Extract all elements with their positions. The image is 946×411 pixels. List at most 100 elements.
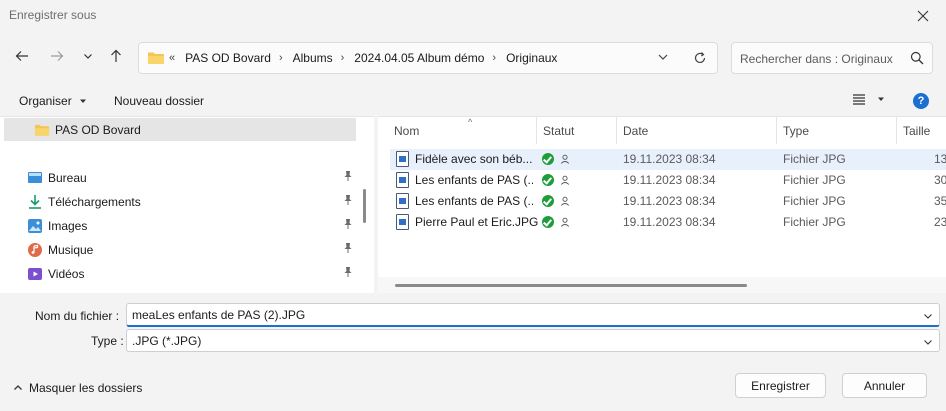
- folder-icon: [148, 52, 164, 64]
- sort-ascending-icon: ^: [468, 117, 473, 127]
- hide-folders-label: Masquer les dossiers: [29, 381, 143, 395]
- new-folder-button[interactable]: Nouveau dossier: [114, 94, 204, 108]
- pin-icon[interactable]: [342, 170, 354, 185]
- breadcrumb-segment[interactable]: Albums: [293, 51, 333, 65]
- arrow-right-icon: [51, 51, 64, 61]
- pin-icon[interactable]: [342, 266, 354, 281]
- chevron-down-icon: [84, 54, 92, 59]
- file-type: Fichier JPG: [783, 152, 846, 166]
- chevron-up-icon: [14, 385, 22, 390]
- save-form: Nom du fichier : meaLes enfants de PAS (…: [0, 293, 946, 411]
- file-type-select[interactable]: .JPG (*.JPG): [126, 329, 940, 352]
- organize-button[interactable]: Organiser: [19, 94, 88, 108]
- table-row[interactable]: Fidèle avec son béb... 19.11.2023 08:34 …: [390, 149, 946, 170]
- nav-pane-scrollbar[interactable]: [363, 189, 366, 223]
- breadcrumb-segment[interactable]: PAS OD Bovard: [185, 51, 271, 65]
- chevron-right-icon[interactable]: ›: [492, 52, 496, 64]
- file-type: Fichier JPG: [783, 194, 846, 208]
- user-icon: [560, 196, 570, 206]
- save-button[interactable]: Enregistrer: [735, 373, 826, 398]
- check-circle-icon: [542, 216, 554, 228]
- check-circle-icon: [542, 174, 554, 186]
- file-type: Fichier JPG: [783, 173, 846, 187]
- column-header-type[interactable]: Type: [777, 117, 897, 144]
- column-header-status[interactable]: Statut: [537, 117, 617, 144]
- filename-combobox[interactable]: meaLes enfants de PAS (2).JPG: [126, 303, 940, 327]
- user-icon: [560, 217, 570, 227]
- cancel-button[interactable]: Annuler: [842, 373, 927, 398]
- nav-item-pas-od-bovard[interactable]: PAS OD Bovard: [34, 120, 141, 140]
- nav-item-musique[interactable]: Musique: [27, 240, 352, 260]
- file-date: 19.11.2023 08:34: [623, 152, 716, 166]
- column-header-label: Date: [623, 123, 649, 138]
- close-icon: [917, 10, 929, 22]
- file-size: 23: [934, 215, 946, 229]
- refresh-button[interactable]: [693, 51, 707, 68]
- nav-item-bureau[interactable]: Bureau: [27, 168, 352, 188]
- organize-label: Organiser: [19, 94, 72, 108]
- chevron-down-icon[interactable]: [923, 310, 933, 324]
- sync-status: [542, 195, 570, 207]
- search-box[interactable]: Rechercher dans : Originaux: [731, 42, 933, 74]
- back-button[interactable]: [10, 44, 34, 68]
- hide-folders-button[interactable]: Masquer les dossiers: [13, 381, 142, 395]
- arrow-up-icon: [111, 49, 121, 62]
- nav-item-videos[interactable]: Vidéos: [27, 264, 352, 284]
- user-icon: [560, 154, 570, 164]
- download-icon: [27, 194, 43, 210]
- close-button[interactable]: [900, 0, 946, 32]
- file-date: 19.11.2023 08:34: [623, 194, 716, 208]
- up-button[interactable]: [104, 44, 128, 68]
- table-row[interactable]: Les enfants de PAS (... 19.11.2023 08:34…: [390, 191, 946, 212]
- table-row[interactable]: Les enfants de PAS (... 19.11.2023 08:34…: [390, 170, 946, 191]
- check-circle-icon: [542, 195, 554, 207]
- breadcrumb-segment[interactable]: Originaux: [506, 51, 557, 65]
- column-header-label: Taille: [903, 123, 931, 138]
- forward-button[interactable]: [45, 44, 69, 68]
- column-header-date[interactable]: Date: [617, 117, 777, 144]
- address-history-button[interactable]: [657, 51, 669, 66]
- search-input[interactable]: Rechercher dans : Originaux: [740, 52, 893, 66]
- new-folder-label: Nouveau dossier: [114, 94, 205, 108]
- pin-icon[interactable]: [342, 218, 354, 233]
- music-icon: [27, 242, 43, 258]
- filename-input[interactable]: meaLes enfants de PAS (2).JPG: [132, 308, 305, 322]
- window-title: Enregistrer sous: [9, 8, 97, 22]
- chevron-right-icon[interactable]: ›: [279, 52, 283, 64]
- image-file-icon: [396, 151, 409, 167]
- videos-icon: [27, 266, 43, 282]
- chevron-down-icon: [658, 54, 668, 60]
- pin-icon[interactable]: [342, 194, 354, 209]
- type-label: Type :: [91, 334, 124, 348]
- arrow-left-icon: [15, 51, 28, 61]
- file-size: 30: [934, 173, 946, 187]
- search-icon[interactable]: [910, 51, 924, 68]
- nav-item-telechargements[interactable]: Téléchargements: [27, 192, 352, 212]
- refresh-icon: [694, 52, 706, 64]
- pin-icon[interactable]: [342, 242, 354, 257]
- view-options-button[interactable]: [852, 93, 886, 105]
- nav-item-label: Vidéos: [48, 267, 85, 281]
- sync-status: [542, 174, 570, 186]
- file-list-hscrollbar[interactable]: [395, 284, 747, 287]
- breadcrumb-overflow[interactable]: «: [169, 52, 175, 64]
- table-row[interactable]: Pierre Paul et Eric.JPG 19.11.2023 08:34…: [390, 212, 946, 233]
- breadcrumb-segment[interactable]: 2024.04.05 Album démo: [354, 51, 484, 65]
- column-header-name[interactable]: Nom ^: [388, 117, 537, 144]
- nav-item-label: Images: [48, 219, 88, 233]
- recent-locations-button[interactable]: [76, 44, 100, 68]
- file-name: Pierre Paul et Eric.JPG: [415, 215, 539, 229]
- image-file-icon: [396, 172, 409, 188]
- chevron-right-icon[interactable]: ›: [341, 52, 345, 64]
- help-icon[interactable]: ?: [913, 93, 929, 109]
- column-header-label: Type: [783, 123, 810, 138]
- nav-item-label: Musique: [48, 243, 94, 257]
- file-name: Les enfants de PAS (...: [415, 173, 533, 187]
- filename-label: Nom du fichier :: [35, 309, 120, 323]
- nav-item-images[interactable]: Images: [27, 216, 352, 236]
- chevron-down-icon[interactable]: [923, 336, 933, 350]
- file-size: 35: [934, 194, 946, 208]
- column-header-size[interactable]: Taille: [897, 117, 946, 144]
- address-bar[interactable]: « PAS OD Bovard › Albums › 2024.04.05 Al…: [138, 42, 718, 74]
- file-name: Les enfants de PAS (...: [415, 194, 533, 208]
